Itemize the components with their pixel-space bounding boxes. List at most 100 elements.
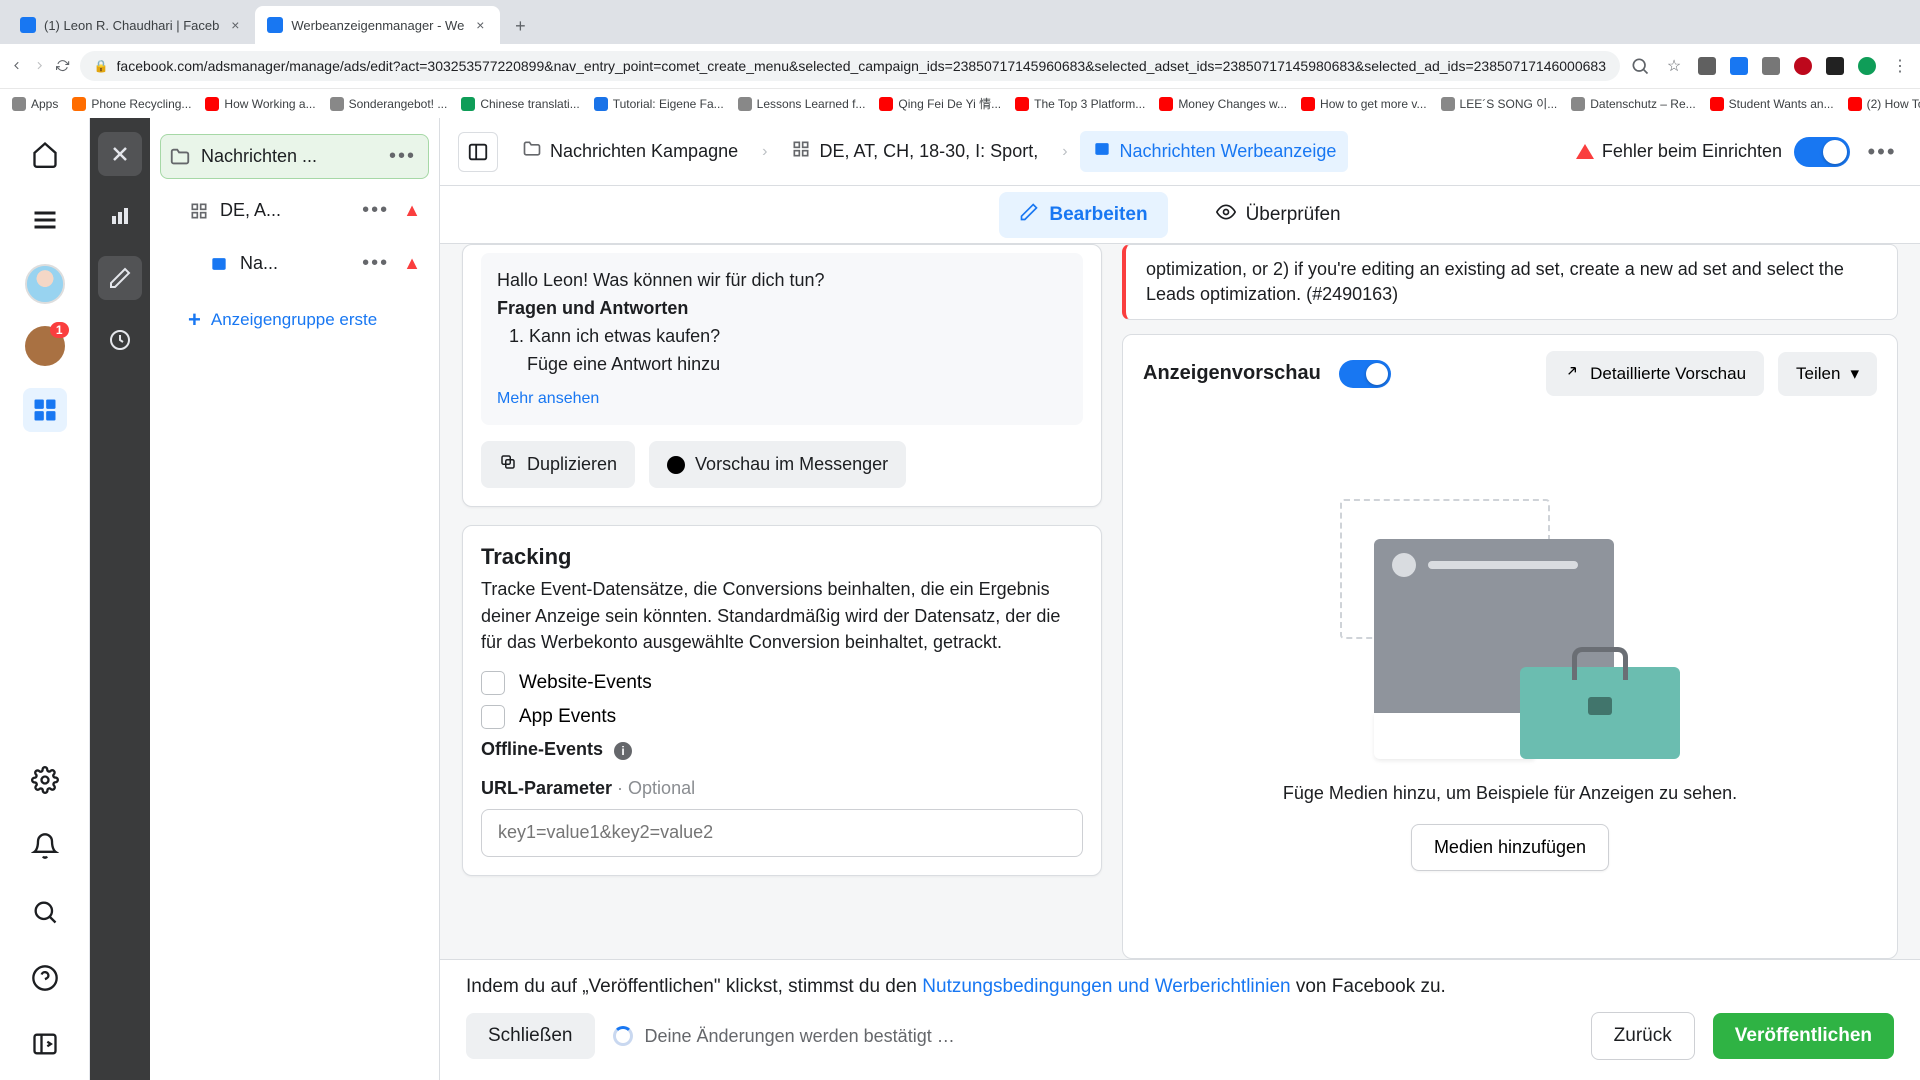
edit-mode-button[interactable]: Bearbeiten — [999, 192, 1167, 238]
bookmark-item[interactable]: The Top 3 Platform... — [1015, 97, 1145, 111]
facebook-ext-icon[interactable] — [1730, 57, 1748, 75]
history-icon[interactable] — [98, 318, 142, 362]
share-button[interactable]: Teilen ▾ — [1778, 352, 1877, 396]
tree-campaign[interactable]: Nachrichten ... ••• — [160, 134, 429, 179]
bookmark-item[interactable]: (2) How To Add A... — [1848, 97, 1920, 111]
q-number: 1. — [509, 326, 524, 346]
more-icon[interactable]: ••• — [358, 252, 393, 275]
pending-status: Deine Änderungen werden bestätigt … — [613, 1026, 955, 1047]
bell-icon[interactable] — [23, 824, 67, 868]
show-more-link[interactable]: Mehr ansehen — [497, 387, 599, 412]
search-icon[interactable] — [23, 890, 67, 934]
preview-messenger-label: Vorschau im Messenger — [695, 454, 888, 475]
offline-events-heading: Offline-Events i — [481, 739, 1083, 760]
pinterest-ext-icon[interactable] — [1794, 57, 1812, 75]
bookmark-item[interactable]: LEE´S SONG 이... — [1441, 95, 1558, 112]
bookmark-item[interactable]: Sonderangebot! ... — [330, 97, 448, 111]
content-row: Hallo Leon! Was können wir für dich tun?… — [440, 244, 1920, 959]
bookmark-item[interactable]: How to get more v... — [1301, 97, 1426, 111]
bookmark-item[interactable]: Chinese translati... — [461, 97, 579, 111]
zoom-icon[interactable] — [1630, 56, 1650, 76]
chevron-down-icon: ▾ — [1850, 364, 1859, 384]
breadcrumb-bar: Nachrichten Kampagne › DE, AT, CH, 18-30… — [440, 118, 1920, 186]
star-icon[interactable]: ☆ — [1664, 56, 1684, 76]
profile-avatar-icon[interactable] — [1858, 57, 1876, 75]
bookmarks-bar: Apps Phone Recycling... How Working a...… — [0, 88, 1920, 118]
website-events-checkbox[interactable] — [481, 671, 505, 695]
browser-tab-active[interactable]: Werbeanzeigenmanager - We × — [255, 6, 500, 44]
back-button[interactable]: Zurück — [1591, 1012, 1695, 1060]
pencil-icon — [1019, 202, 1039, 228]
close-icon[interactable]: × — [472, 17, 488, 33]
extension-icon[interactable] — [1762, 57, 1780, 75]
close-button[interactable]: Schließen — [466, 1013, 595, 1059]
info-icon[interactable]: i — [614, 742, 632, 760]
crumb-ad[interactable]: Nachrichten Werbeanzeige — [1080, 131, 1349, 172]
add-media-button[interactable]: Medien hinzufügen — [1411, 824, 1609, 871]
crumb-campaign[interactable]: Nachrichten Kampagne — [510, 131, 750, 172]
detailed-preview-button[interactable]: Detaillierte Vorschau — [1546, 351, 1764, 396]
duplicate-button[interactable]: Duplizieren — [481, 441, 635, 488]
extension-icon[interactable] — [1826, 57, 1844, 75]
bookmark-label: The Top 3 Platform... — [1034, 97, 1145, 111]
crumb-adset[interactable]: DE, AT, CH, 18-30, I: Sport, — [779, 131, 1050, 172]
setup-error: Fehler beim Einrichten — [1576, 141, 1782, 162]
preview-placeholder-art — [1340, 499, 1680, 759]
preview-messenger-button[interactable]: Vorschau im Messenger — [649, 441, 906, 488]
review-mode-button[interactable]: Überprüfen — [1196, 192, 1361, 238]
tree-ad[interactable]: Na... ••• ▲ — [200, 242, 429, 285]
ad-toggle[interactable] — [1794, 137, 1850, 167]
youtube-favicon — [1159, 97, 1173, 111]
tree-adset[interactable]: DE, A... ••• ▲ — [180, 189, 429, 232]
address-bar-row: 🔒 facebook.com/adsmanager/manage/ads/edi… — [0, 44, 1920, 88]
close-icon[interactable]: × — [227, 17, 243, 33]
more-icon[interactable]: ••• — [1862, 132, 1902, 172]
edit-icon[interactable] — [98, 256, 142, 300]
bookmark-item[interactable]: Apps — [12, 97, 58, 111]
bookmark-item[interactable]: Qing Fei De Yi 情... — [879, 95, 1001, 112]
bookmark-label: Tutorial: Eigene Fa... — [613, 97, 724, 111]
bookmark-item[interactable]: Tutorial: Eigene Fa... — [594, 97, 724, 111]
preview-toggle[interactable] — [1339, 360, 1391, 388]
home-icon[interactable] — [23, 132, 67, 176]
menu-icon[interactable]: ⋮ — [1890, 56, 1910, 76]
create-label: Anzeigengruppe erste — [211, 310, 377, 330]
bookmark-item[interactable]: Lessons Learned f... — [738, 97, 866, 111]
add-answer-link[interactable]: Füge eine Antwort hinzu — [509, 351, 1067, 379]
bookmark-item[interactable]: Money Changes w... — [1159, 97, 1287, 111]
url-param-input[interactable] — [481, 809, 1083, 857]
cookie-icon[interactable]: 1 — [25, 326, 65, 366]
campaign-tree: Nachrichten ... ••• DE, A... ••• ▲ Na...… — [150, 118, 440, 1080]
forward-icon[interactable] — [33, 56, 46, 76]
app-events-checkbox[interactable] — [481, 705, 505, 729]
gear-icon[interactable] — [23, 758, 67, 802]
avatar[interactable] — [25, 264, 65, 304]
panel-toggle-button[interactable] — [458, 132, 498, 172]
terms-link[interactable]: Nutzungsbedingungen und Werberichtlinien — [922, 976, 1290, 997]
plus-icon: + — [188, 307, 201, 333]
ads-manager-icon[interactable] — [23, 388, 67, 432]
hamburger-icon[interactable] — [23, 198, 67, 242]
extension-icon[interactable] — [1698, 57, 1716, 75]
bookmark-item[interactable]: Datenschutz – Re... — [1571, 97, 1695, 111]
collapse-icon[interactable] — [23, 1022, 67, 1066]
more-icon[interactable]: ••• — [385, 145, 420, 168]
url-input[interactable]: 🔒 facebook.com/adsmanager/manage/ads/edi… — [80, 51, 1620, 81]
apps-icon — [12, 97, 26, 111]
back-icon[interactable] — [10, 56, 23, 76]
browser-tab[interactable]: (1) Leon R. Chaudhari | Faceb × — [8, 6, 255, 44]
bookmark-item[interactable]: Student Wants an... — [1710, 97, 1834, 111]
bookmark-item[interactable]: How Working a... — [205, 97, 315, 111]
new-tab-button[interactable]: + — [506, 12, 534, 40]
reload-icon[interactable] — [56, 56, 69, 76]
bookmark-item[interactable]: Phone Recycling... — [72, 97, 191, 111]
bookmark-favicon — [738, 97, 752, 111]
create-adset-button[interactable]: + Anzeigengruppe erste — [180, 293, 429, 347]
tracking-heading: Tracking — [481, 544, 1083, 570]
help-icon[interactable] — [23, 956, 67, 1000]
chart-icon[interactable] — [98, 194, 142, 238]
greeting-text: Hallo Leon! Was können wir für dich tun? — [497, 267, 1067, 295]
more-icon[interactable]: ••• — [358, 199, 393, 222]
close-editor-button[interactable] — [98, 132, 142, 176]
publish-button[interactable]: Veröffentlichen — [1713, 1013, 1894, 1059]
